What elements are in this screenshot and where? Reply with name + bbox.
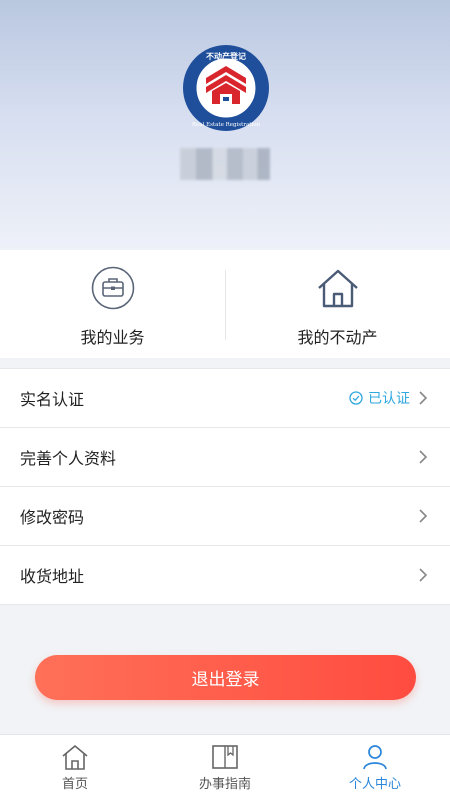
chevron-right-icon [419,450,428,464]
home-icon [61,743,89,771]
menu-item-label: 完善个人资料 [20,449,117,468]
tab-guide[interactable]: 办事指南 [150,735,300,801]
tab-personal-center[interactable]: 个人中心 [300,735,450,801]
settings-menu: 实名认证 已认证 完善个人资料 修改密码 收货地址 [0,368,450,605]
book-icon [211,743,239,771]
person-icon [361,743,389,771]
profile-header: 不动产登记 Real Estate Registration [0,0,450,250]
check-circle-icon [349,391,363,405]
bottom-tab-bar: 首页 办事指南 个人中心 [0,734,450,801]
house-icon [316,266,360,310]
chevron-right-icon [419,509,428,523]
quick-divider [225,270,226,340]
menu-item-label: 收货地址 [20,567,85,586]
menu-item-real-name-verification[interactable]: 实名认证 已认证 [0,369,450,428]
my-business-button[interactable]: 我的业务 [0,250,225,358]
tab-guide-label: 办事指南 [198,777,251,792]
briefcase-icon [91,266,135,310]
my-property-button[interactable]: 我的不动产 [225,250,450,358]
blurred-username [180,148,270,180]
menu-item-change-password[interactable]: 修改密码 [0,487,450,546]
verified-status-text: 已认证 [368,391,410,407]
quick-actions-panel: 我的业务 我的不动产 [0,250,450,358]
menu-item-label: 修改密码 [20,508,85,527]
menu-item-complete-profile[interactable]: 完善个人资料 [0,428,450,487]
tab-personal-center-label: 个人中心 [348,777,401,792]
chevron-right-icon [419,568,428,582]
real-estate-registration-logo: 不动产登记 Real Estate Registration [183,45,269,131]
verified-status-badge: 已认证 [349,388,410,408]
logout-button[interactable]: 退出登录 [35,655,416,700]
menu-item-shipping-address[interactable]: 收货地址 [0,546,450,605]
my-business-label: 我的业务 [80,328,145,347]
chevron-right-icon [419,391,428,405]
tab-home[interactable]: 首页 [0,735,150,801]
logo-text-top: 不动产登记 [206,51,246,61]
tab-home-label: 首页 [61,777,88,792]
my-property-label: 我的不动产 [297,328,378,347]
logo-text-bottom: Real Estate Registration [192,122,261,128]
menu-item-label: 实名认证 [20,390,85,409]
